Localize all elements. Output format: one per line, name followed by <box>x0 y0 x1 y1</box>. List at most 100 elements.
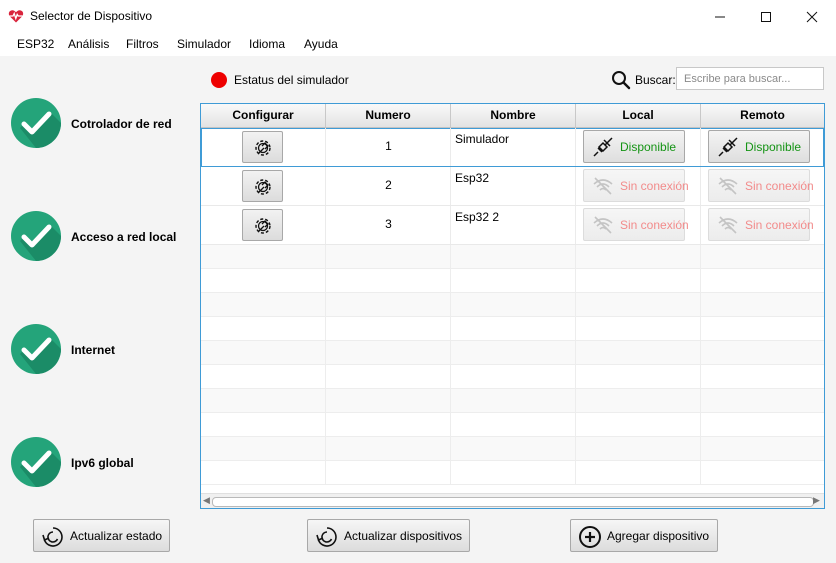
column-gridline <box>325 413 326 437</box>
empty-table-row <box>201 437 824 461</box>
wifi-off-icon <box>593 216 613 234</box>
menu-analisis[interactable]: Análisis <box>68 37 109 51</box>
check-icon <box>11 437 61 487</box>
search-label: Buscar: <box>635 73 676 87</box>
column-gridline <box>700 269 701 293</box>
empty-table-row <box>201 413 824 437</box>
check-icon <box>11 98 61 148</box>
column-gridline <box>450 341 451 365</box>
add-circle-icon <box>579 526 601 548</box>
remote-connect-button[interactable]: Sin conexión <box>708 169 814 202</box>
refresh-devices-button[interactable]: Actualizar dispositivos <box>307 519 470 552</box>
maximize-button[interactable] <box>743 0 789 32</box>
column-header-configurar[interactable]: Configurar <box>201 104 326 127</box>
column-gridline <box>700 341 701 365</box>
heart-pulse-icon <box>8 10 24 23</box>
close-button[interactable] <box>789 0 835 32</box>
table-row[interactable]: 2 Esp32 Sin conexión Sin conexión <box>201 167 824 206</box>
wrench-gear-icon <box>255 140 271 156</box>
column-gridline <box>325 437 326 461</box>
column-gridline <box>575 437 576 461</box>
column-gridline <box>700 413 701 437</box>
close-icon <box>806 11 818 23</box>
local-status-text: Sin conexión <box>620 218 689 232</box>
device-name: Simulador <box>455 132 510 146</box>
check-icon <box>11 211 61 261</box>
configure-button[interactable] <box>242 209 283 241</box>
wrench-gear-icon <box>255 179 271 195</box>
column-header-nombre[interactable]: Nombre <box>451 104 576 127</box>
column-gridline <box>450 293 451 317</box>
menu-simulador[interactable]: Simulador <box>177 37 231 51</box>
column-gridline <box>325 245 326 269</box>
local-connect-button[interactable]: Sin conexión <box>583 169 689 202</box>
scroll-right-icon[interactable]: ▶ <box>813 495 820 506</box>
remote-status-text: Disponible <box>745 140 802 154</box>
column-header-local[interactable]: Local <box>576 104 701 127</box>
search-input[interactable] <box>676 67 824 90</box>
menu-idioma[interactable]: Idioma <box>249 37 285 51</box>
add-device-button[interactable]: Agregar dispositivo <box>570 519 718 552</box>
column-gridline <box>450 317 451 341</box>
empty-table-row <box>201 365 824 389</box>
column-gridline <box>450 389 451 413</box>
column-gridline <box>575 317 576 341</box>
status-label: Acceso a red local <box>71 230 177 244</box>
simulator-status-indicator <box>211 72 227 88</box>
search-icon <box>612 71 631 90</box>
column-gridline <box>575 269 576 293</box>
scrollbar-thumb[interactable] <box>212 497 814 507</box>
column-gridline <box>700 461 701 485</box>
column-gridline <box>575 365 576 389</box>
empty-table-row <box>201 293 824 317</box>
empty-table-row <box>201 341 824 365</box>
remote-connect-button[interactable]: Sin conexión <box>708 208 814 241</box>
device-table: Configurar Numero Nombre Local Remoto 1 … <box>200 103 825 509</box>
column-gridline <box>450 365 451 389</box>
scroll-left-icon[interactable]: ◀ <box>203 495 210 506</box>
menu-filtros[interactable]: Filtros <box>126 37 159 51</box>
device-number: 3 <box>385 217 392 231</box>
column-gridline <box>700 437 701 461</box>
horizontal-scrollbar[interactable]: ◀ ▶ <box>201 493 824 508</box>
refresh-status-button[interactable]: Actualizar estado <box>33 519 170 552</box>
wifi-off-icon <box>718 216 738 234</box>
main-content: Cotrolador de red Acceso a red local Int… <box>0 56 836 563</box>
column-header-remoto[interactable]: Remoto <box>701 104 824 127</box>
configure-button[interactable] <box>242 170 283 202</box>
window-title: Selector de Dispositivo <box>30 9 153 23</box>
menu-esp32[interactable]: ESP32 <box>17 37 54 51</box>
local-connect-button[interactable]: Sin conexión <box>583 208 689 241</box>
simulator-status-label: Estatus del simulador <box>234 73 349 87</box>
remote-connect-button[interactable]: Disponible <box>708 130 810 163</box>
table-row[interactable]: 1 Simulador Disponible Disponible <box>201 128 824 167</box>
wifi-off-icon <box>718 177 738 195</box>
column-gridline <box>575 413 576 437</box>
local-status-text: Disponible <box>620 140 677 154</box>
column-gridline <box>700 293 701 317</box>
column-gridline <box>575 245 576 269</box>
plug-connected-icon <box>593 137 613 157</box>
title-bar: Selector de Dispositivo <box>0 0 836 32</box>
empty-table-row <box>201 317 824 341</box>
menu-ayuda[interactable]: Ayuda <box>304 37 338 51</box>
status-label: Cotrolador de red <box>71 117 172 131</box>
remote-status-text: Sin conexión <box>745 218 814 232</box>
empty-table-row <box>201 269 824 293</box>
refresh-icon <box>316 527 337 547</box>
local-status-text: Sin conexión <box>620 179 689 193</box>
column-header-numero[interactable]: Numero <box>326 104 451 127</box>
device-number: 1 <box>385 139 392 153</box>
add-device-label: Agregar dispositivo <box>607 529 710 543</box>
column-gridline <box>325 389 326 413</box>
column-gridline <box>575 293 576 317</box>
empty-table-row <box>201 461 824 485</box>
local-connect-button[interactable]: Disponible <box>583 130 685 163</box>
minimize-button[interactable] <box>697 0 743 32</box>
column-gridline <box>325 269 326 293</box>
column-gridline <box>700 317 701 341</box>
refresh-icon <box>42 527 63 547</box>
device-name: Esp32 <box>455 171 490 185</box>
configure-button[interactable] <box>242 131 283 163</box>
table-row[interactable]: 3 Esp32 2 Sin conexión Sin conexión <box>201 206 824 245</box>
